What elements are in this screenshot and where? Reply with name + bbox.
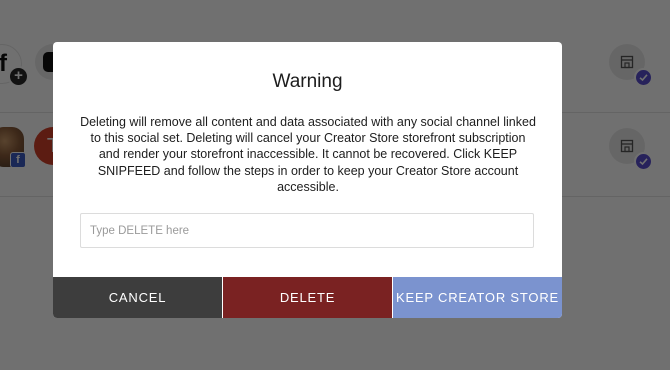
warning-dialog: Warning Deleting will remove all content…	[53, 42, 562, 318]
dialog-actions: CANCEL DELETE KEEP CREATOR STORE	[53, 277, 562, 318]
keep-creator-store-button[interactable]: KEEP CREATOR STORE	[392, 277, 562, 318]
cancel-button[interactable]: CANCEL	[53, 277, 222, 318]
delete-confirmation-input[interactable]	[80, 213, 534, 248]
dialog-title: Warning	[272, 71, 343, 92]
delete-button[interactable]: DELETE	[222, 277, 392, 318]
page: f + f T Warning Deleting will remove all…	[0, 0, 670, 370]
dialog-message: Deleting will remove all content and dat…	[80, 115, 536, 194]
